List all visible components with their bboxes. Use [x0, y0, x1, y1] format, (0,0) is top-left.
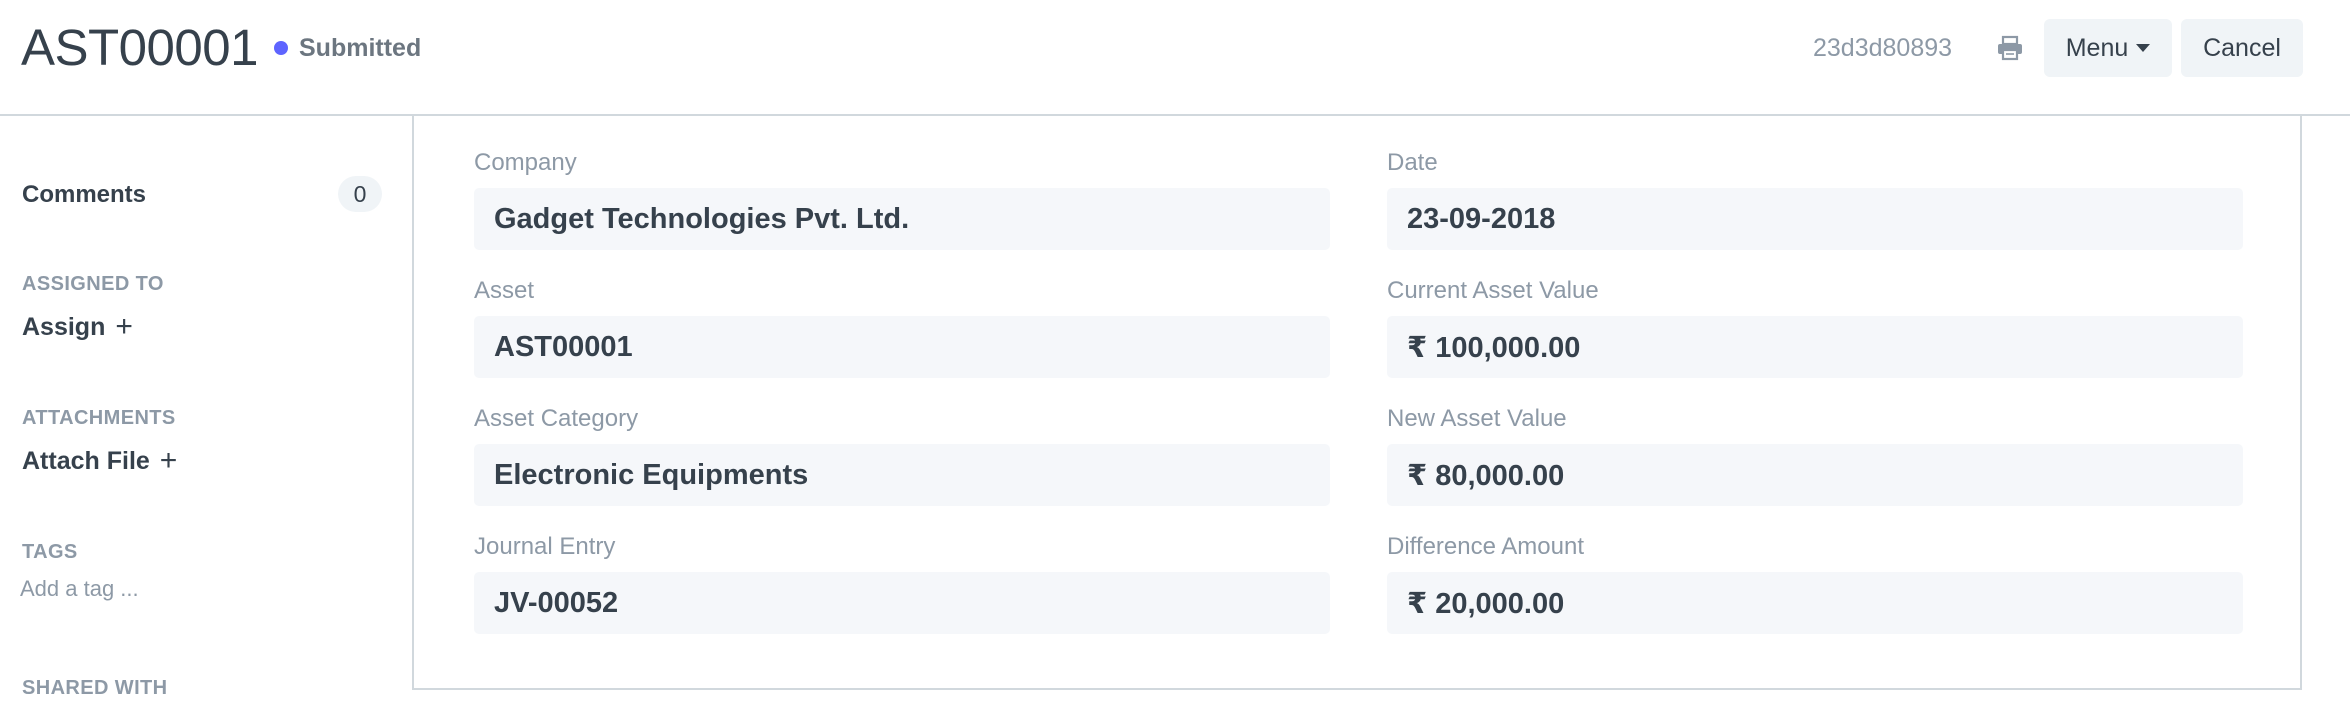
attach-file-label: Attach File	[22, 447, 150, 475]
cancel-button[interactable]: Cancel	[2181, 19, 2303, 77]
assign-label: Assign	[22, 313, 106, 341]
new-asset-value-field: New Asset Value ₹ 80,000.00	[1387, 404, 2243, 506]
menu-button-label: Menu	[2065, 33, 2129, 62]
date-field: Date 23-09-2018	[1387, 148, 2243, 250]
asset-category-value[interactable]: Electronic Equipments	[474, 444, 1330, 506]
date-value[interactable]: 23-09-2018	[1387, 188, 2243, 250]
new-asset-value-value[interactable]: ₹ 80,000.00	[1387, 444, 2243, 506]
journal-entry-value[interactable]: JV-00052	[474, 572, 1330, 634]
asset-field: Asset AST00001	[474, 276, 1330, 378]
document-hash: 23d3d80893	[1813, 34, 1953, 62]
assign-button[interactable]: Assign +	[22, 312, 133, 342]
difference-amount-value[interactable]: ₹ 20,000.00	[1387, 572, 2243, 634]
attachments-heading: ATTACHMENTS	[22, 407, 176, 429]
page-header: AST00001 Submitted 23d3d80893 Menu Cance…	[0, 0, 2350, 116]
current-asset-value-field: Current Asset Value ₹ 100,000.00	[1387, 276, 2243, 378]
shared-with-heading: SHARED WITH	[22, 677, 168, 699]
add-tag-input[interactable]: Add a tag ...	[20, 576, 139, 602]
tags-heading: TAGS	[22, 541, 78, 563]
asset-category-field: Asset Category Electronic Equipments	[474, 404, 1330, 506]
caret-down-icon	[2136, 44, 2151, 52]
current-asset-value-label: Current Asset Value	[1387, 277, 1599, 304]
attach-file-button[interactable]: Attach File +	[22, 446, 177, 476]
page-title: AST00001	[21, 19, 259, 76]
comments-count-badge: 0	[338, 176, 382, 212]
plus-icon: +	[115, 310, 133, 343]
form-section: Company Gadget Technologies Pvt. Ltd. As…	[412, 116, 2302, 690]
status-indicator: Submitted	[274, 33, 421, 63]
difference-amount-label: Difference Amount	[1387, 533, 1585, 560]
company-field: Company Gadget Technologies Pvt. Ltd.	[474, 148, 1330, 250]
journal-entry-label: Journal Entry	[474, 533, 616, 560]
comments-link[interactable]: Comments	[22, 180, 146, 210]
current-asset-value-value[interactable]: ₹ 100,000.00	[1387, 316, 2243, 378]
difference-amount-field: Difference Amount ₹ 20,000.00	[1387, 532, 2243, 634]
form-sidebar: Comments 0 ASSIGNED TO Assign + ATTACHME…	[0, 118, 400, 728]
company-label: Company	[474, 149, 577, 176]
printer-icon	[1998, 35, 2022, 61]
asset-category-label: Asset Category	[474, 405, 639, 432]
assigned-to-heading: ASSIGNED TO	[22, 273, 164, 295]
status-label: Submitted	[299, 33, 422, 62]
menu-button[interactable]: Menu	[2044, 19, 2172, 77]
journal-entry-field: Journal Entry JV-00052	[474, 532, 1330, 634]
status-dot-icon	[274, 41, 288, 55]
plus-icon: +	[159, 444, 178, 477]
asset-value[interactable]: AST00001	[474, 316, 1330, 378]
date-label: Date	[1387, 149, 1438, 176]
new-asset-value-label: New Asset Value	[1387, 405, 1567, 432]
print-button[interactable]	[1988, 30, 2032, 66]
asset-label: Asset	[474, 277, 535, 304]
company-value[interactable]: Gadget Technologies Pvt. Ltd.	[474, 188, 1330, 250]
